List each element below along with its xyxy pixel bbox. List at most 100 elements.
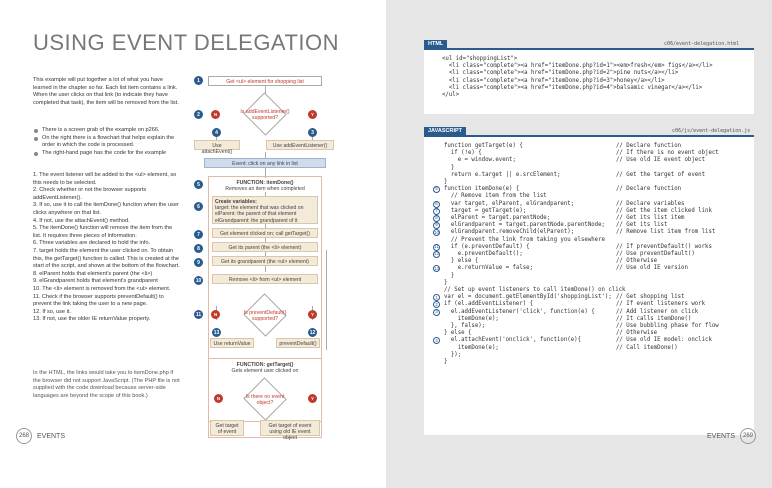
code-row: }: [444, 273, 754, 280]
code-comment: // Use old IE model: onclick: [616, 337, 712, 344]
flow-no-badge: N: [214, 394, 223, 403]
flow-get-grand: Get its grandparent (the <ul> element): [212, 256, 318, 266]
code-row: e = window.event; // Use old IE event obj…: [444, 157, 754, 164]
code-statement: function itemDone(e) {: [444, 186, 520, 193]
code-statement: }, false);: [444, 323, 486, 330]
code-row: 4 el.attachEvent('onclick', function(e){…: [433, 337, 754, 345]
flow-get-clicked: Get element clicked on; call getTarget(): [212, 228, 318, 238]
code-row: 3 el.addEventListener('click', function(…: [433, 308, 754, 316]
right-footer: EVENTS 269: [707, 428, 756, 444]
code-statement: elParent = target.parentNode;: [444, 215, 551, 222]
code-row: // Remove item from the list: [444, 193, 754, 200]
flow-use-prevent: preventDefault(): [276, 338, 320, 348]
flow-get-target-evt: Get target of event: [210, 420, 244, 436]
code-comment: // Use preventDefault(): [616, 251, 695, 258]
code-statement: // Remove item from the list: [444, 193, 547, 200]
code-statement: }: [444, 179, 448, 186]
code-step-number: 11: [433, 243, 440, 251]
flow-decision-prevent: Is preventDefault() supported?: [237, 293, 293, 337]
code-step-number: 3: [433, 308, 440, 316]
intro-paragraph: This example will put together a lot of …: [33, 77, 179, 106]
bullet-item: On the right there is a flowchart that h…: [33, 135, 180, 150]
code-row: 8 elParent = target.parentNode; // Get it…: [433, 215, 754, 223]
code-statement: return e.target || e.srcElement;: [444, 171, 561, 178]
code-comment: // Get the item clicked link: [616, 207, 712, 214]
html-panel-tag: HTML: [424, 40, 448, 48]
code-row: 11 if (e.preventDefault) { // If preventD…: [433, 243, 754, 251]
code-statement: itemDone(e);: [444, 315, 499, 322]
section-label: EVENTS: [706, 432, 735, 440]
left-page: USING EVENT DELEGATION This example will…: [0, 0, 386, 488]
code-comment: // If event listeners work: [616, 301, 706, 308]
step-item: 12. If so, use it.: [33, 308, 71, 315]
code-row: 2 if (el.addEventListener) {// If event l…: [433, 301, 754, 309]
step-item: 11. Check if the browser supports preven…: [33, 293, 164, 308]
left-footer: 268 EVENTS: [16, 428, 65, 444]
code-statement: target = getTarget(e);: [444, 207, 527, 214]
code-statement: var el = document.getElementById('shoppi…: [444, 294, 612, 301]
bullet-item: The right-hand page has the code for the…: [33, 150, 180, 158]
step-number-4: 4: [212, 128, 221, 137]
code-row: // Set up event listeners to call itemDo…: [444, 287, 754, 294]
flow-use-attach: Use attachEvent(): [194, 140, 240, 155]
step-number-11: 11: [194, 310, 203, 319]
code-statement: if (e.preventDefault) {: [444, 243, 530, 250]
flow-yes-badge: Y: [308, 110, 317, 119]
code-row: if (!e) {// If there is no event object: [444, 150, 754, 157]
code-comment: // Use old IE event object: [616, 157, 706, 164]
code-step-number: 5: [433, 186, 440, 194]
flow-use-add: Use addEventListener(): [266, 140, 334, 150]
code-row: itemDone(e); // Call itemDone(): [444, 345, 754, 352]
page-number: 268: [16, 428, 32, 444]
code-row: 6 var target, elParent, elGrandparent; //…: [433, 200, 754, 208]
code-step-number: 9: [433, 222, 440, 230]
step-item: 8. elParent holds that element's parent …: [33, 270, 153, 277]
code-row: } else {// Otherwise: [444, 258, 754, 265]
code-row: });: [444, 352, 754, 359]
flow-itemdone-title: FUNCTION: itemDone() Removes an item whe…: [212, 178, 318, 192]
code-comment: // Remove list item from list: [616, 229, 716, 236]
html-note: In the HTML, the links would take you to…: [33, 370, 180, 399]
code-statement: } else {: [444, 330, 472, 337]
flow-remove-li: Remove <li> from <ul> element: [212, 274, 318, 284]
code-comment: // Declare variables: [616, 200, 685, 207]
flow-get-parent: Get its parent (the <li> element): [212, 242, 318, 252]
code-statement: elGrandparent.removeChild(elParent);: [444, 229, 575, 236]
code-statement: } else {: [444, 258, 479, 265]
code-statement: // Prevent the link from taking you else…: [444, 236, 605, 243]
code-statement: }: [444, 359, 448, 366]
page-number: 269: [740, 428, 756, 444]
code-row: function getTarget(e) {// Declare functi…: [444, 143, 754, 150]
code-row: 12 e.preventDefault(); // Use preventDefa…: [433, 251, 754, 259]
flow-no-badge: N: [211, 110, 220, 119]
code-statement: var target, elParent, elGrandparent;: [444, 200, 575, 207]
step-item: 13. If not, use the older IE returnValue…: [33, 316, 151, 323]
html-code-panel: <ul id="shoppingList"> <li class="comple…: [424, 48, 754, 114]
flow-yes-badge: Y: [308, 310, 317, 319]
code-statement: });: [444, 351, 462, 358]
step-number-6: 6: [194, 202, 203, 211]
code-comment: // If there is no event object: [616, 150, 719, 157]
code-row: }, false); // Use bubbling phase for flow: [444, 323, 754, 330]
right-page: HTML c06/event-delegation.html <ul id="s…: [386, 0, 772, 488]
code-step-number: 7: [433, 207, 440, 215]
code-statement: }: [444, 272, 455, 279]
page-title: USING EVENT DELEGATION: [33, 30, 340, 55]
code-step-number: 12: [433, 251, 440, 259]
flow-event-click: Event: click on any link in list: [204, 158, 326, 168]
step-number-8: 8: [194, 244, 203, 253]
flow-create-vars: Create variables: target: the element th…: [212, 196, 318, 224]
code-row: itemDone(e); // It calls itemDone(): [444, 316, 754, 323]
code-comment: // If preventDefault() works: [616, 243, 712, 250]
step-number-9: 9: [194, 258, 203, 267]
step-number-3: 3: [308, 128, 317, 137]
flow-gettarget-title: FUNCTION: getTarget() Gets element user …: [212, 360, 318, 374]
code-comment: // Add listener on click: [616, 308, 699, 315]
step-item: 5. The itemDone() function will remove t…: [33, 225, 173, 239]
code-comment: // Get its list: [616, 222, 668, 229]
code-statement: e = window.event;: [444, 157, 516, 164]
bullet-item: There is a screen grab of the example on…: [33, 127, 180, 135]
step-item: 10. The <li> element is removed from the…: [33, 285, 171, 292]
code-line: </ul>: [442, 92, 460, 99]
code-statement: e.returnValue = false;: [444, 265, 534, 272]
